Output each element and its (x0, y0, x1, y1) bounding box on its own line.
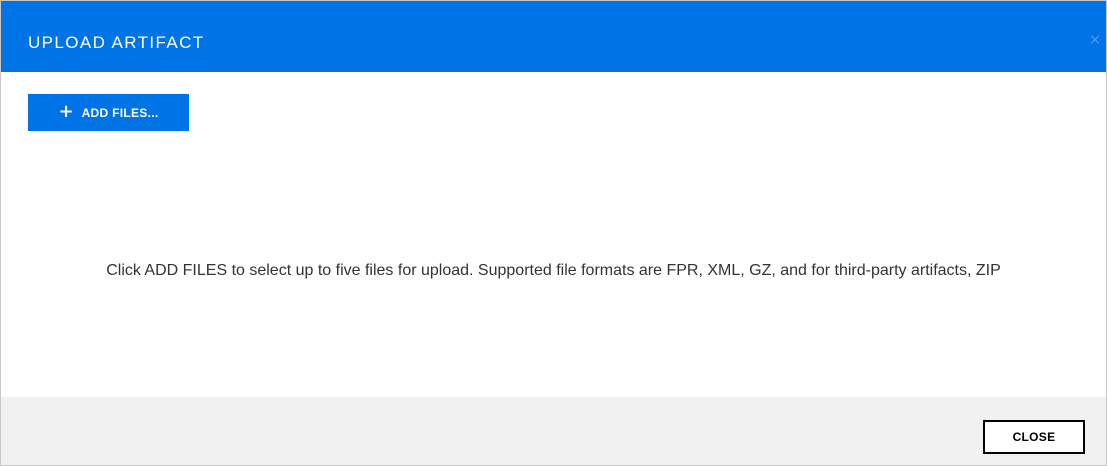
plus-icon: + (58, 100, 74, 122)
upload-instructions: Click ADD FILES to select up to five fil… (106, 262, 1001, 279)
dialog-header: UPLOAD ARTIFACT × (1, 1, 1106, 72)
add-files-button[interactable]: + ADD FILES... (28, 94, 189, 131)
upload-artifact-dialog: UPLOAD ARTIFACT × + ADD FILES... Click A… (0, 0, 1107, 466)
close-icon[interactable]: × (1088, 32, 1102, 48)
add-files-label: ADD FILES... (81, 105, 159, 120)
dialog-footer: CLOSE (1, 397, 1106, 465)
dialog-title: UPLOAD ARTIFACT (28, 33, 205, 52)
close-button[interactable]: CLOSE (983, 420, 1085, 454)
